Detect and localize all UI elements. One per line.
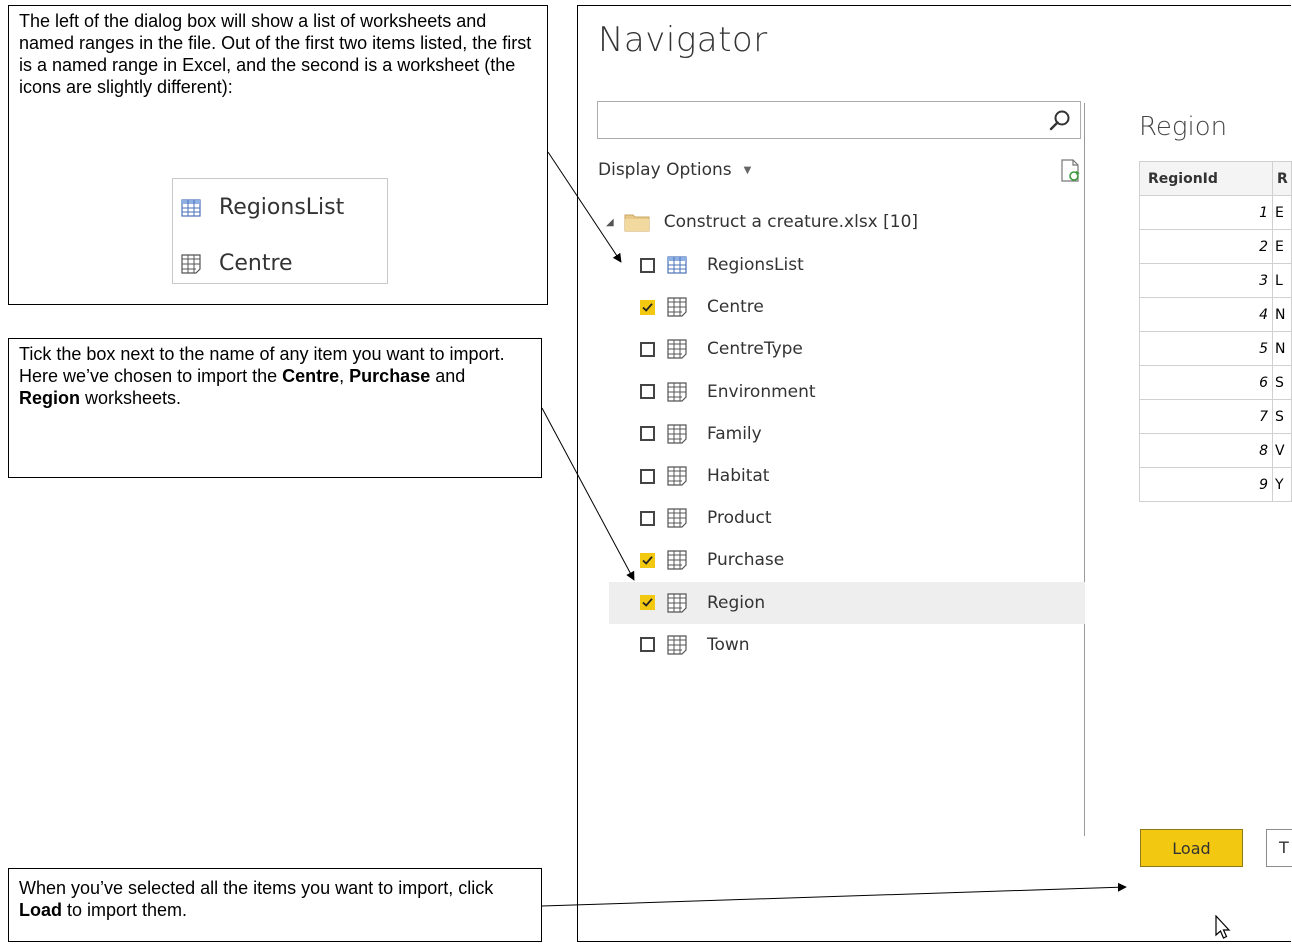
arrow-load [541,882,1127,907]
arrow-intro [547,151,622,263]
arrow-tick [541,407,635,581]
callout-arrows [541,151,1127,907]
